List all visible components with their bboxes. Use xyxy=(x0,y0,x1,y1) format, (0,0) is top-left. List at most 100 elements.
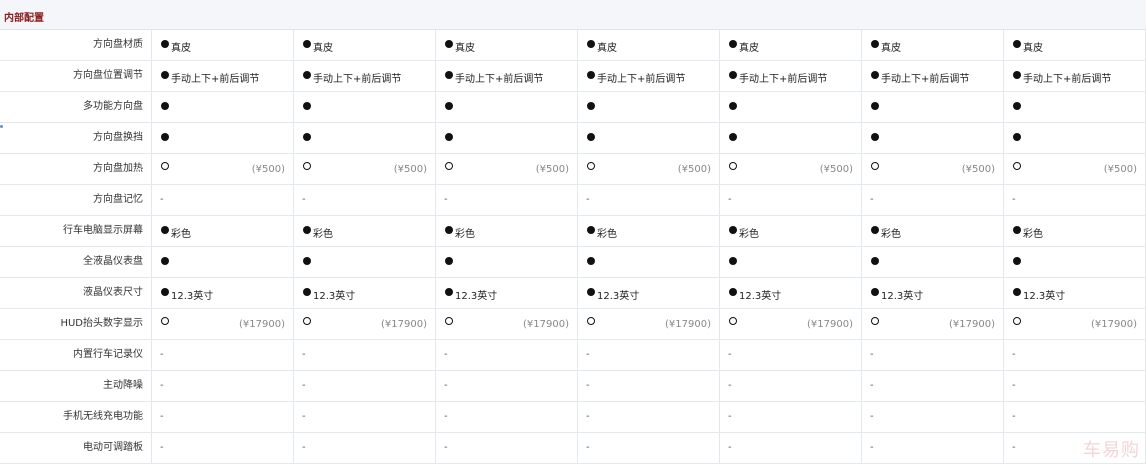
table-cell xyxy=(152,123,294,153)
not-available-dash: - xyxy=(444,194,448,205)
cell-value: 彩色 xyxy=(597,229,617,240)
standard-dot-icon xyxy=(445,102,453,110)
option-price: (¥17900) xyxy=(381,319,427,330)
not-available-dash: - xyxy=(160,349,164,360)
edge-marker xyxy=(0,125,3,128)
row-label: 方向盘材质 xyxy=(0,30,152,60)
table-cell: 12.3英寸 xyxy=(720,278,862,308)
table-cell: (¥17900) xyxy=(436,309,578,339)
table-cell: 真皮 xyxy=(720,30,862,60)
table-cell xyxy=(720,247,862,277)
standard-dot-icon xyxy=(161,288,169,296)
standard-dot-icon xyxy=(1013,133,1021,141)
row-label: 液晶仪表尺寸 xyxy=(0,278,152,308)
not-available-dash: - xyxy=(1012,194,1016,205)
table-cell: (¥17900) xyxy=(720,309,862,339)
not-available-dash: - xyxy=(586,411,590,422)
table-cell: - xyxy=(862,371,1004,401)
table-cell xyxy=(1004,123,1146,153)
table-cell: - xyxy=(862,340,1004,370)
table-cell: - xyxy=(578,433,720,463)
optional-circle-icon xyxy=(445,317,453,325)
table-cell xyxy=(152,247,294,277)
optional-circle-icon xyxy=(303,317,311,325)
table-row: 全液晶仪表盘 xyxy=(0,247,1146,278)
not-available-dash: - xyxy=(728,442,732,453)
spec-table: 方向盘材质 真皮 真皮 真皮 真皮 真皮 真皮 真皮 方向盘位置调节 手动上下+前后调节 手动上下+… xyxy=(0,30,1146,464)
table-cell xyxy=(720,123,862,153)
table-cell: - xyxy=(862,402,1004,432)
not-available-dash: - xyxy=(444,380,448,391)
optional-circle-icon xyxy=(587,162,595,170)
standard-dot-icon xyxy=(871,102,879,110)
table-cell: (¥500) xyxy=(152,154,294,184)
cell-value: 真皮 xyxy=(455,43,475,54)
standard-dot-icon xyxy=(587,133,595,141)
option-price: (¥500) xyxy=(251,164,285,175)
standard-dot-icon xyxy=(729,257,737,265)
table-row: 多功能方向盘 xyxy=(0,92,1146,123)
row-label: 主动降噪 xyxy=(0,371,152,401)
row-label: 方向盘记忆 xyxy=(0,185,152,215)
table-cell xyxy=(152,92,294,122)
cell-value: 手动上下+前后调节 xyxy=(1023,74,1112,85)
standard-dot-icon xyxy=(303,226,311,234)
option-price: (¥17900) xyxy=(665,319,711,330)
standard-dot-icon xyxy=(587,257,595,265)
option-price: (¥17900) xyxy=(239,319,285,330)
table-cell: 手动上下+前后调节 xyxy=(294,61,436,91)
table-row: 方向盘加热 (¥500) (¥500) (¥500) (¥500) (¥500) (¥500… xyxy=(0,154,1146,185)
standard-dot-icon xyxy=(161,226,169,234)
not-available-dash: - xyxy=(728,194,732,205)
not-available-dash: - xyxy=(444,349,448,360)
option-price: (¥500) xyxy=(961,164,995,175)
not-available-dash: - xyxy=(1012,442,1016,453)
table-cell: - xyxy=(1004,185,1146,215)
not-available-dash: - xyxy=(302,349,306,360)
table-cell: (¥500) xyxy=(436,154,578,184)
table-cell: (¥500) xyxy=(720,154,862,184)
standard-dot-icon xyxy=(445,133,453,141)
row-label: 手机无线充电功能 xyxy=(0,402,152,432)
table-cell: - xyxy=(720,185,862,215)
not-available-dash: - xyxy=(728,411,732,422)
cell-value: 真皮 xyxy=(881,43,901,54)
cell-value: 12.3英寸 xyxy=(313,291,356,302)
table-cell: (¥500) xyxy=(1004,154,1146,184)
cell-value: 手动上下+前后调节 xyxy=(313,74,402,85)
standard-dot-icon xyxy=(445,226,453,234)
standard-dot-icon xyxy=(587,226,595,234)
standard-dot-icon xyxy=(871,71,879,79)
table-cell: 真皮 xyxy=(578,30,720,60)
row-label: 电动可调踏板 xyxy=(0,433,152,463)
section-title: 内部配置 xyxy=(4,13,44,24)
optional-circle-icon xyxy=(445,162,453,170)
cell-value: 彩色 xyxy=(739,229,759,240)
cell-value: 彩色 xyxy=(171,229,191,240)
table-cell: - xyxy=(436,340,578,370)
table-cell: 彩色 xyxy=(436,216,578,246)
standard-dot-icon xyxy=(161,133,169,141)
table-cell xyxy=(1004,247,1146,277)
not-available-dash: - xyxy=(1012,380,1016,391)
cell-value: 12.3英寸 xyxy=(597,291,640,302)
standard-dot-icon xyxy=(303,102,311,110)
table-cell xyxy=(294,247,436,277)
table-row: HUD抬头数字显示 (¥17900) (¥17900) (¥17900) (¥17900… xyxy=(0,309,1146,340)
table-row: 液晶仪表尺寸 12.3英寸 12.3英寸 12.3英寸 12.3英寸 12.3英寸 12.3… xyxy=(0,278,1146,309)
not-available-dash: - xyxy=(302,442,306,453)
table-cell xyxy=(862,92,1004,122)
table-cell: - xyxy=(1004,371,1146,401)
not-available-dash: - xyxy=(586,380,590,391)
standard-dot-icon xyxy=(445,288,453,296)
table-cell: - xyxy=(1004,340,1146,370)
cell-value: 12.3英寸 xyxy=(881,291,924,302)
cell-value: 真皮 xyxy=(171,43,191,54)
standard-dot-icon xyxy=(587,40,595,48)
table-cell: - xyxy=(436,433,578,463)
table-cell: 手动上下+前后调节 xyxy=(862,61,1004,91)
standard-dot-icon xyxy=(729,288,737,296)
option-price: (¥500) xyxy=(819,164,853,175)
table-cell: - xyxy=(152,402,294,432)
table-cell: (¥17900) xyxy=(1004,309,1146,339)
